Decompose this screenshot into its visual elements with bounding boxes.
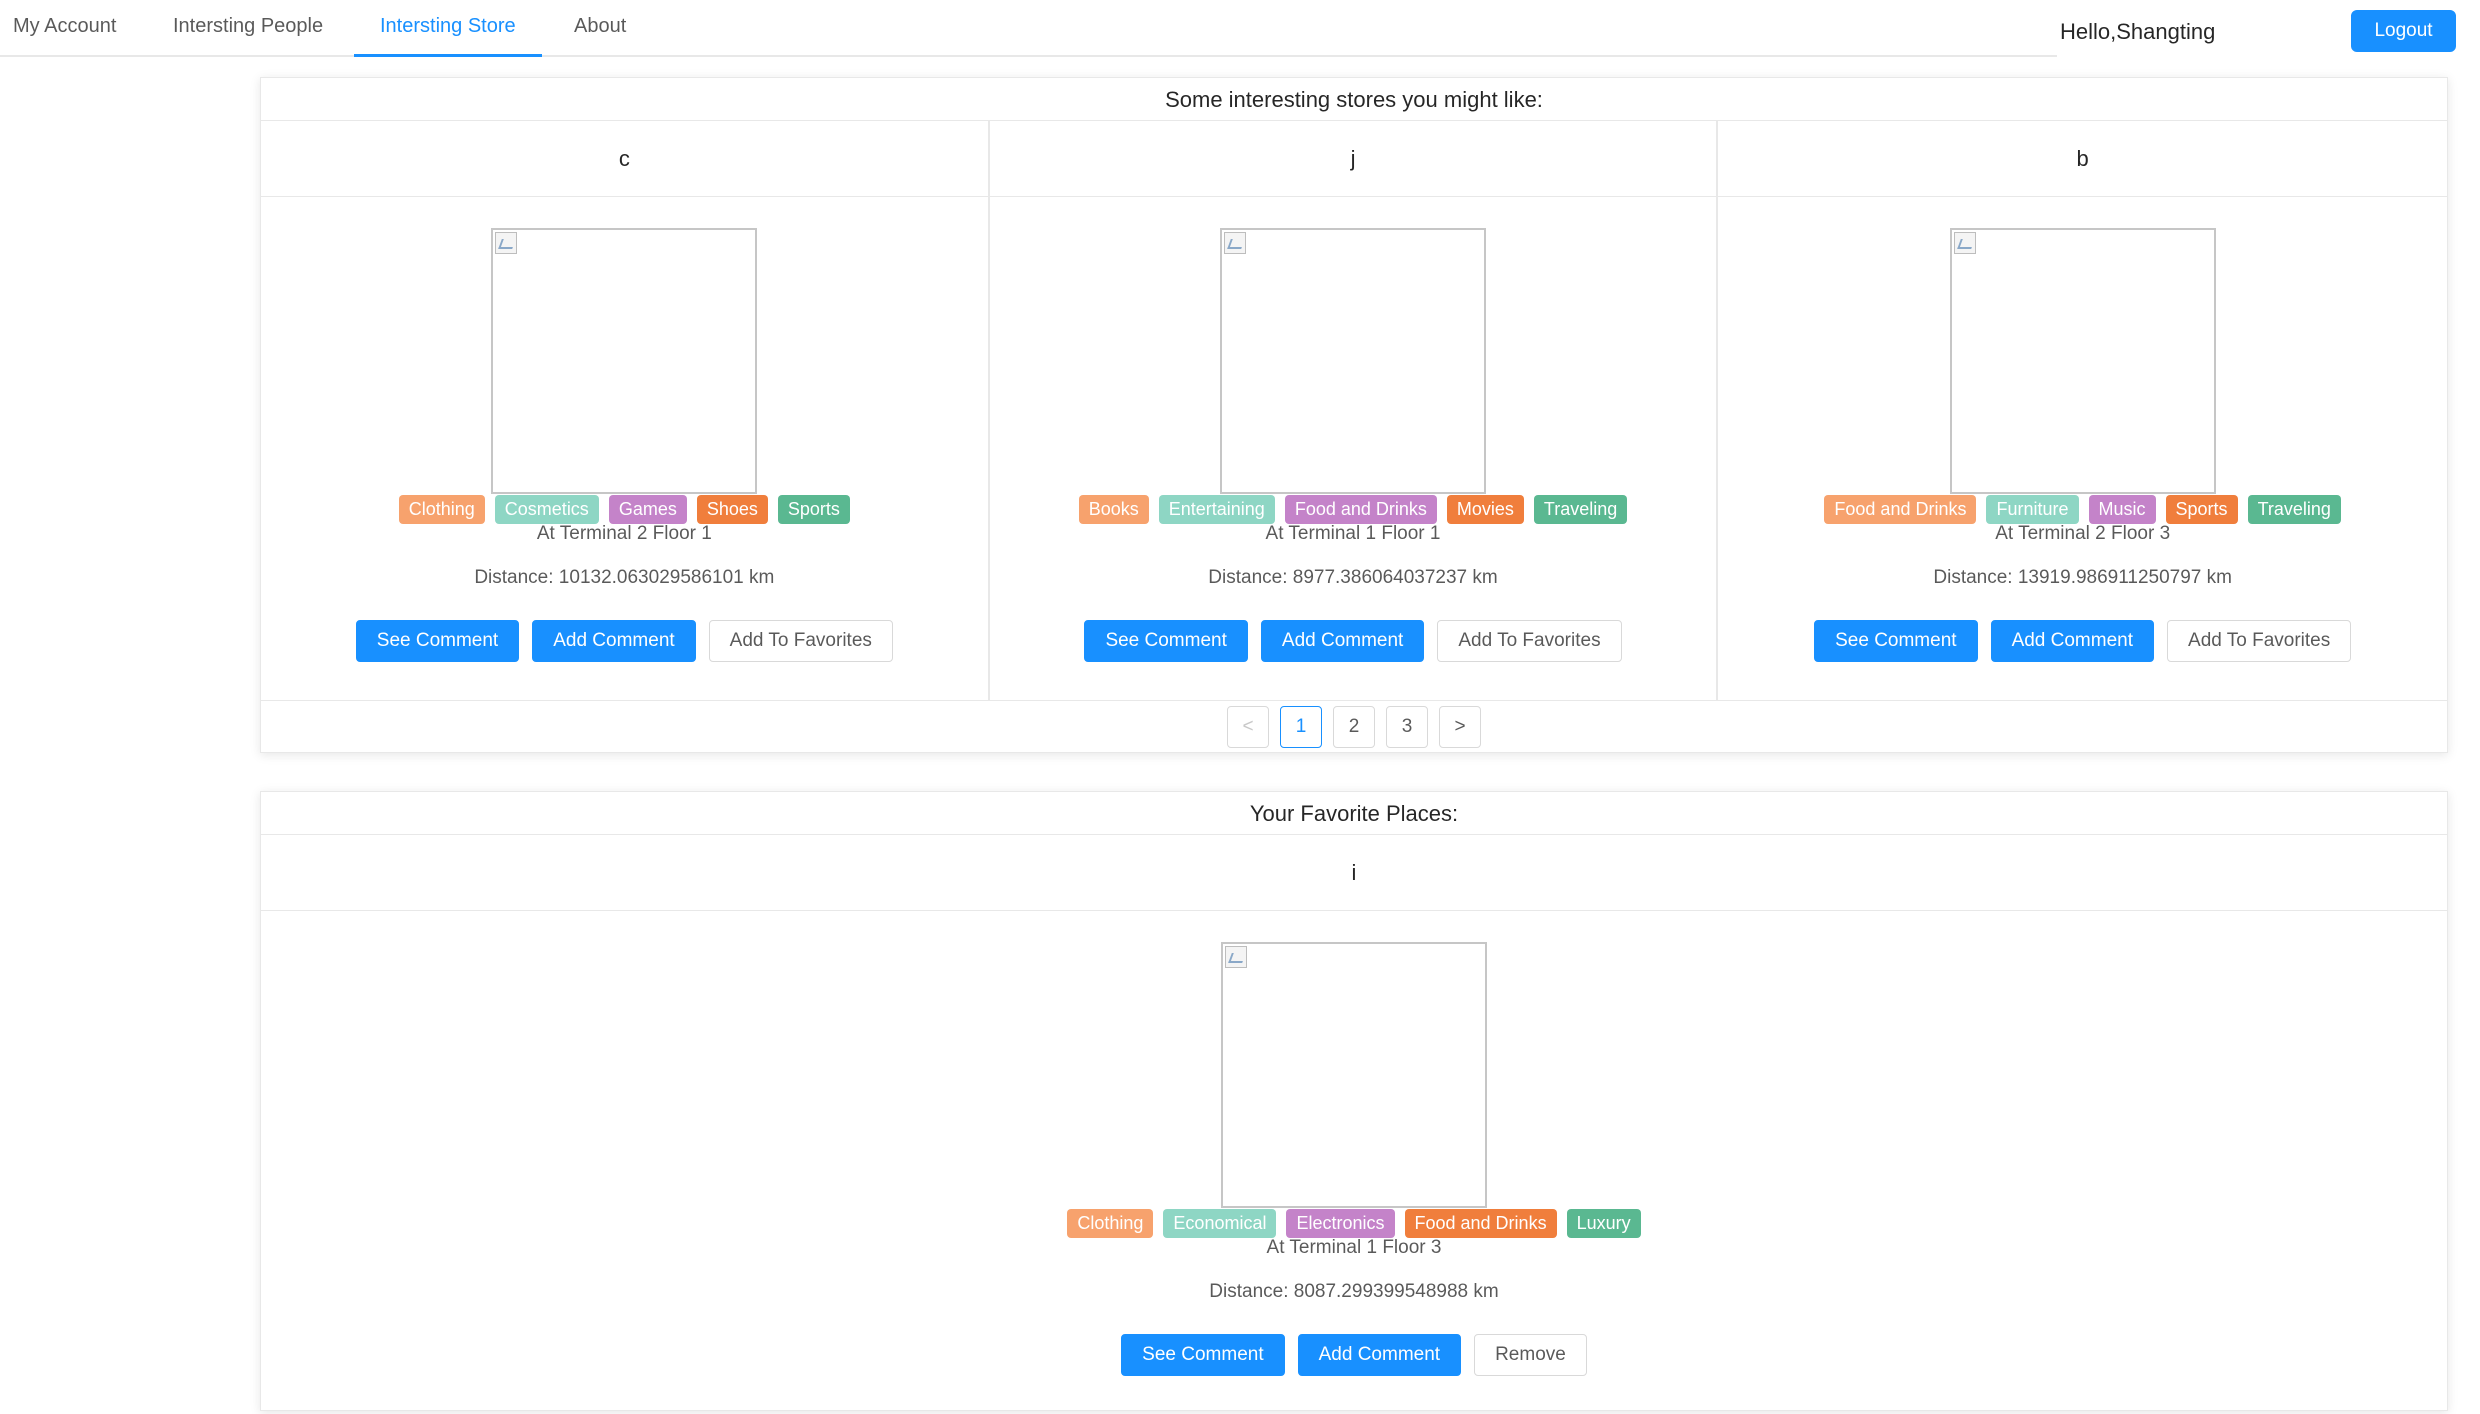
pagination-page-3[interactable]: 3: [1386, 705, 1428, 748]
pagination-prev-button[interactable]: <: [1227, 705, 1269, 748]
tag-entertaining: Entertaining: [1158, 495, 1275, 524]
add-to-favorites-button[interactable]: Add To Favorites: [2167, 620, 2352, 662]
broken-image-icon: [1953, 232, 1976, 254]
store-name: c: [261, 121, 988, 197]
nav-intersting-people[interactable]: Intersting People: [173, 0, 323, 57]
favorites-heading: Your Favorite Places:: [261, 792, 2447, 835]
add-comment-button[interactable]: Add Comment: [1297, 1334, 1462, 1376]
nav-about[interactable]: About: [574, 0, 626, 57]
store-grid: c Clothing Cosmetics Games Shoes Sports …: [261, 121, 2448, 700]
see-comment-button[interactable]: See Comment: [1084, 620, 1248, 662]
tag-furniture: Furniture: [1986, 495, 2079, 524]
add-comment-button[interactable]: Add Comment: [1990, 620, 2155, 662]
favorite-store-card: i Clothing Economical Electronics Food a…: [261, 835, 2447, 1414]
tag-books: Books: [1078, 495, 1149, 524]
tag-list: Clothing Cosmetics Games Shoes Sports: [261, 495, 988, 524]
tag-music: Music: [2088, 495, 2156, 524]
add-to-favorites-button[interactable]: Add To Favorites: [1437, 620, 1622, 662]
tag-food-and-drinks: Food and Drinks: [1824, 495, 1977, 524]
nav-my-account[interactable]: My Account: [13, 0, 116, 57]
pagination-page-2[interactable]: 2: [1333, 705, 1375, 748]
store-actions: See Comment Add Comment Add To Favorites: [1718, 620, 2447, 662]
tag-traveling: Traveling: [1533, 495, 1628, 524]
tag-sports: Sports: [2165, 495, 2238, 524]
store-actions: See Comment Add Comment Add To Favorites: [990, 620, 1717, 662]
broken-image-icon: [1224, 232, 1246, 254]
user-greeting: Hello,Shangting: [2060, 19, 2216, 44]
see-comment-button[interactable]: See Comment: [355, 620, 520, 662]
tag-shoes: Shoes: [696, 495, 768, 524]
store-location: At Terminal 2 Floor 3: [1995, 523, 2171, 544]
top-nav: My Account Intersting People Intersting …: [0, 0, 2057, 57]
tag-cosmetics: Cosmetics: [494, 495, 599, 524]
nav-intersting-store[interactable]: Intersting Store: [354, 0, 542, 57]
store-card: c Clothing Cosmetics Games Shoes Sports …: [261, 121, 990, 700]
store-image: [491, 228, 758, 494]
tag-economical: Economical: [1163, 1209, 1277, 1238]
tag-sports: Sports: [777, 495, 850, 524]
tag-clothing: Clothing: [398, 495, 485, 524]
store-distance: Distance: 13919.986911250797 km: [1933, 567, 2232, 588]
suggestions-section: Some interesting stores you might like: …: [260, 77, 2448, 753]
store-location: At Terminal 2 Floor 1: [536, 523, 712, 544]
tag-games: Games: [608, 495, 687, 524]
remove-button[interactable]: Remove: [1474, 1334, 1587, 1376]
tag-movies: Movies: [1446, 495, 1524, 524]
store-card: j Books Entertaining Food and Drinks Mov…: [989, 121, 1719, 700]
logout-button[interactable]: Logout: [2351, 10, 2456, 52]
tag-list: Clothing Economical Electronics Food and…: [261, 1209, 2447, 1238]
store-image: [1949, 228, 2216, 494]
add-comment-button[interactable]: Add Comment: [1260, 620, 1425, 662]
pagination: < 1 2 3 >: [261, 700, 2447, 752]
store-distance: Distance: 8087.299399548988 km: [1209, 1281, 1499, 1302]
see-comment-button[interactable]: See Comment: [1121, 1334, 1285, 1376]
tag-clothing: Clothing: [1067, 1209, 1154, 1238]
add-comment-button[interactable]: Add Comment: [532, 620, 696, 662]
broken-image-icon: [495, 232, 518, 254]
see-comment-button[interactable]: See Comment: [1814, 620, 1978, 662]
suggestions-heading: Some interesting stores you might like:: [261, 78, 2447, 121]
tag-luxury: Luxury: [1566, 1209, 1641, 1238]
tag-list: Food and Drinks Furniture Music Sports T…: [1718, 495, 2447, 524]
store-name: j: [989, 121, 1717, 197]
pagination-page-1[interactable]: 1: [1280, 705, 1322, 748]
tag-traveling: Traveling: [2247, 495, 2341, 524]
tag-electronics: Electronics: [1286, 1209, 1395, 1238]
tag-food-and-drinks: Food and Drinks: [1284, 495, 1437, 524]
store-card: b Food and Drinks Furniture Music Sports…: [1718, 121, 2448, 700]
store-distance: Distance: 8977.386064037237 km: [1208, 567, 1498, 588]
store-location: At Terminal 1 Floor 1: [1265, 523, 1441, 544]
add-to-favorites-button[interactable]: Add To Favorites: [708, 620, 893, 662]
store-image: [1220, 228, 1486, 494]
store-actions: See Comment Add Comment Add To Favorites: [261, 620, 988, 662]
favorites-section: Your Favorite Places: i Clothing Economi…: [260, 791, 2448, 1411]
store-name: i: [261, 835, 2447, 911]
store-name: b: [1718, 121, 2448, 197]
store-distance: Distance: 10132.063029586101 km: [474, 567, 775, 588]
tag-list: Books Entertaining Food and Drinks Movie…: [990, 495, 1717, 524]
broken-image-icon: [1225, 946, 1247, 968]
store-image: [1221, 942, 1487, 1208]
store-actions: See Comment Add Comment Remove: [261, 1334, 2447, 1376]
tag-food-and-drinks: Food and Drinks: [1404, 1209, 1557, 1238]
pagination-next-button[interactable]: >: [1439, 705, 1481, 748]
store-location: At Terminal 1 Floor 3: [1266, 1237, 1442, 1258]
